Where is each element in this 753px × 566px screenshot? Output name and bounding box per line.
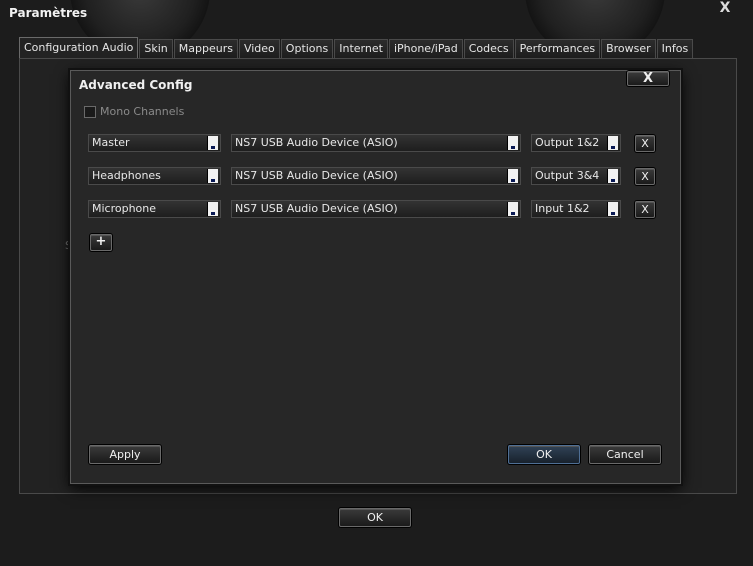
tab-internet[interactable]: Internet — [334, 39, 388, 58]
window-close-button[interactable]: X — [712, 0, 738, 16]
tab-codecs[interactable]: Codecs — [463, 39, 514, 58]
tab-options[interactable]: Options — [280, 39, 334, 58]
tab-infos[interactable]: Infos — [656, 39, 694, 58]
tab-iphone-ipad[interactable]: iPhone/iPad — [388, 39, 463, 58]
tab-performances[interactable]: Performances — [514, 39, 601, 58]
dropdown-arrow-icon — [507, 136, 518, 150]
mono-channels-option[interactable]: Mono Channels — [84, 105, 184, 118]
output-name-select[interactable]: Headphones — [88, 167, 221, 185]
device-value: NS7 USB Audio Device (ASIO) — [235, 202, 398, 215]
dropdown-arrow-icon — [607, 202, 618, 216]
tab-skin[interactable]: Skin — [139, 39, 173, 58]
channel-select[interactable]: Input 1&2 — [531, 200, 621, 218]
dropdown-arrow-icon — [607, 169, 618, 183]
tab-mappeurs[interactable]: Mappeurs — [173, 39, 238, 58]
dropdown-arrow-icon — [207, 136, 218, 150]
settings-tabs: Configuration Audio Skin Mappeurs Video … — [19, 37, 694, 58]
ok-button[interactable]: OK — [508, 445, 580, 464]
dialog-title: Advanced Config — [79, 78, 193, 92]
dropdown-arrow-icon — [507, 202, 518, 216]
window-title: Paramètres — [9, 6, 88, 20]
device-select[interactable]: NS7 USB Audio Device (ASIO) — [231, 200, 521, 218]
output-name-value: Master — [92, 136, 130, 149]
tab-browser[interactable]: Browser — [601, 39, 656, 58]
device-value: NS7 USB Audio Device (ASIO) — [235, 169, 398, 182]
output-name-select[interactable]: Master — [88, 134, 221, 152]
device-value: NS7 USB Audio Device (ASIO) — [235, 136, 398, 149]
channel-value: Output 1&2 — [535, 136, 600, 149]
dropdown-arrow-icon — [507, 169, 518, 183]
dropdown-arrow-icon — [207, 169, 218, 183]
dropdown-arrow-icon — [207, 202, 218, 216]
tab-video[interactable]: Video — [238, 39, 280, 58]
remove-row-button[interactable]: X — [635, 135, 655, 152]
output-name-value: Microphone — [92, 202, 157, 215]
apply-button[interactable]: Apply — [89, 445, 161, 464]
dropdown-arrow-icon — [607, 136, 618, 150]
output-name-value: Headphones — [92, 169, 161, 182]
remove-row-button[interactable]: X — [635, 201, 655, 218]
settings-window: Paramètres X Configuration Audio Skin Ma… — [0, 0, 753, 566]
dialog-close-button[interactable]: X — [627, 71, 669, 86]
channel-value: Input 1&2 — [535, 202, 590, 215]
device-select[interactable]: NS7 USB Audio Device (ASIO) — [231, 167, 521, 185]
channel-value: Output 3&4 — [535, 169, 600, 182]
remove-row-button[interactable]: X — [635, 168, 655, 185]
device-select[interactable]: NS7 USB Audio Device (ASIO) — [231, 134, 521, 152]
tab-configuration-audio[interactable]: Configuration Audio — [19, 37, 139, 58]
cancel-button[interactable]: Cancel — [589, 445, 661, 464]
output-name-select[interactable]: Microphone — [88, 200, 221, 218]
main-ok-container: OK — [339, 508, 411, 527]
advanced-config-dialog: Advanced Config X Mono Channels Master N… — [70, 70, 681, 484]
mono-channels-checkbox[interactable] — [84, 105, 96, 118]
channel-select[interactable]: Output 3&4 — [531, 167, 621, 185]
mono-channels-label: Mono Channels — [100, 105, 185, 118]
add-row-button[interactable]: + — [90, 234, 112, 251]
channel-select[interactable]: Output 1&2 — [531, 134, 621, 152]
main-ok-button[interactable]: OK — [339, 508, 411, 527]
